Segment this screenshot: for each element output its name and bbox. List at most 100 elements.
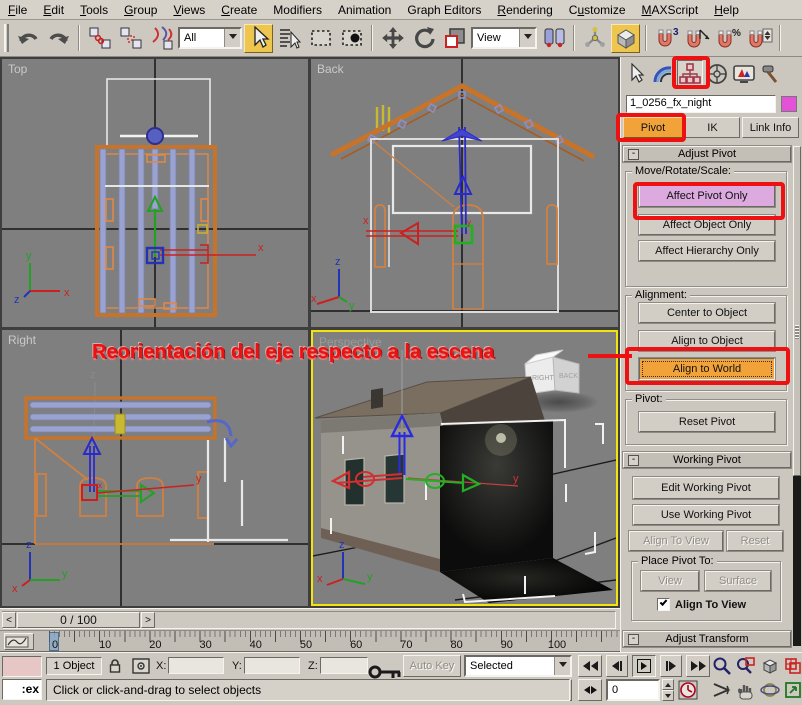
snap-toggle-3d-button[interactable]: 3	[652, 24, 681, 53]
pan-view-button[interactable]	[736, 679, 758, 701]
redo-button[interactable]	[44, 24, 73, 53]
absolute-offset-mode-toggle[interactable]	[132, 657, 154, 675]
clipped-edge-button[interactable]	[786, 24, 796, 53]
menu-create[interactable]: Create	[213, 1, 265, 19]
viewport-perspective[interactable]: Perspective	[311, 330, 618, 606]
edit-working-pivot-button[interactable]: Edit Working Pivot	[633, 477, 779, 499]
rollout-working-pivot[interactable]: - Working Pivot	[623, 452, 791, 468]
play-button[interactable]	[632, 655, 656, 677]
spinner-snap-toggle-button[interactable]	[745, 24, 774, 53]
align-to-view-checkbox[interactable]	[657, 598, 670, 611]
panel-scrollbar[interactable]	[793, 146, 801, 646]
time-slider-handle[interactable]: 0 / 100	[17, 612, 140, 628]
key-filter-dropdown[interactable]	[554, 657, 570, 675]
select-object-button[interactable]	[244, 24, 273, 53]
place-pivot-view-button[interactable]: View	[641, 571, 699, 591]
zoom-view-button[interactable]	[712, 655, 734, 677]
bind-to-spacewarp-button[interactable]	[147, 24, 176, 53]
time-slider-next-button[interactable]: >	[141, 612, 155, 628]
zoom-extents-button[interactable]	[760, 655, 782, 677]
menu-help[interactable]: Help	[706, 1, 747, 19]
time-configuration-button[interactable]	[678, 679, 702, 701]
maxscript-listener-input[interactable]: :ex	[2, 679, 42, 700]
previous-frame-button[interactable]	[606, 655, 628, 677]
tab-utilities[interactable]	[758, 60, 784, 88]
select-and-link-button[interactable]	[85, 24, 114, 53]
use-working-pivot-button[interactable]: Use Working Pivot	[633, 505, 779, 525]
rectangular-selection-region-button[interactable]	[306, 24, 335, 53]
go-to-start-button[interactable]	[578, 655, 602, 677]
toolbar-grip[interactable]	[4, 24, 9, 52]
menu-animation[interactable]: Animation	[330, 1, 399, 19]
center-to-object-button[interactable]: Center to Object	[639, 303, 775, 323]
menu-group[interactable]: Group	[116, 1, 165, 19]
select-and-rotate-button[interactable]	[409, 24, 438, 53]
tab-link-info[interactable]: Link Info	[742, 117, 799, 138]
track-bar[interactable]: 0102030405060708090100	[0, 630, 620, 652]
snaps-cube-toggle-button[interactable]	[611, 24, 640, 53]
viewport-right[interactable]: Right z	[2, 330, 308, 606]
select-and-move-button[interactable]	[378, 24, 407, 53]
next-frame-button[interactable]	[660, 655, 682, 677]
unlink-selection-button[interactable]	[116, 24, 145, 53]
tab-ik[interactable]: IK	[685, 117, 740, 138]
reset-pivot-button[interactable]: Reset Pivot	[639, 412, 775, 432]
menu-customize[interactable]: Customize	[561, 1, 634, 19]
time-slider-prev-button[interactable]: <	[2, 612, 16, 628]
menu-graph-editors[interactable]: Graph Editors	[399, 1, 489, 19]
maxscript-listener-pink[interactable]	[2, 656, 42, 677]
collapse-icon[interactable]: -	[628, 149, 639, 160]
align-to-view-button[interactable]: Align To View	[629, 531, 723, 551]
selection-filter-combo[interactable]: All	[178, 27, 242, 49]
zoom-extents-all-button[interactable]	[784, 655, 802, 677]
affect-hierarchy-only-button[interactable]: Affect Hierarchy Only	[639, 241, 775, 261]
select-and-scale-button[interactable]	[440, 24, 469, 53]
current-frame-field[interactable]: 0	[606, 679, 660, 701]
min-max-toggle-button[interactable]	[784, 679, 802, 701]
key-mode-toggle-button[interactable]	[578, 679, 602, 701]
object-name-field[interactable]: 1_0256_fx_night	[626, 95, 776, 113]
tab-display[interactable]	[731, 60, 757, 88]
angle-snap-toggle-button[interactable]	[683, 24, 712, 53]
arc-rotate-button[interactable]	[760, 679, 782, 701]
selection-lock-toggle[interactable]	[108, 657, 128, 675]
selection-filter-dropdown[interactable]	[224, 29, 240, 47]
collapse-icon[interactable]: -	[628, 634, 639, 645]
use-pivot-point-center-button[interactable]	[539, 24, 568, 53]
menu-maxscript[interactable]: MAXScript	[634, 1, 707, 19]
viewport-back[interactable]: Back	[311, 59, 618, 327]
menu-tools[interactable]: Tools	[72, 1, 116, 19]
menu-file[interactable]: File	[0, 1, 35, 19]
percent-snap-toggle-button[interactable]: %	[714, 24, 743, 53]
menu-modifiers[interactable]: Modifiers	[265, 1, 330, 19]
undo-button[interactable]	[13, 24, 42, 53]
menu-rendering[interactable]: Rendering	[489, 1, 560, 19]
menu-views[interactable]: Views	[165, 1, 213, 19]
reference-coordinate-combo[interactable]: View	[471, 27, 537, 49]
tab-create[interactable]	[623, 60, 649, 88]
frame-spinner[interactable]	[662, 679, 674, 701]
reset-working-pivot-button[interactable]: Reset	[727, 531, 783, 551]
select-and-manipulate-button[interactable]	[580, 24, 609, 53]
window-crossing-toggle-button[interactable]	[337, 24, 366, 53]
panel-scrollbar-thumb[interactable]	[793, 146, 801, 476]
rollout-adjust-pivot[interactable]: - Adjust Pivot	[623, 146, 791, 162]
key-filter-set-combo[interactable]: Selected	[464, 655, 572, 677]
reference-coordinate-dropdown[interactable]	[519, 29, 535, 47]
place-pivot-surface-button[interactable]: Surface	[705, 571, 771, 591]
zoom-all-button[interactable]	[736, 655, 758, 677]
auto-key-button[interactable]: Auto Key	[403, 655, 461, 677]
select-by-name-button[interactable]	[275, 24, 304, 53]
viewport-top[interactable]: Top	[2, 59, 308, 327]
x-coord-field[interactable]	[168, 657, 224, 674]
go-to-end-button[interactable]	[686, 655, 710, 677]
track-bar-ruler[interactable]	[40, 631, 618, 653]
mini-curve-editor-button[interactable]	[4, 633, 34, 650]
menu-edit[interactable]: Edit	[35, 1, 72, 19]
rollout-adjust-transform[interactable]: - Adjust Transform	[623, 631, 791, 647]
object-color-swatch[interactable]	[781, 96, 797, 112]
collapse-icon[interactable]: -	[628, 455, 639, 466]
field-of-view-button[interactable]	[712, 679, 734, 701]
z-coord-field[interactable]	[320, 657, 368, 674]
y-coord-field[interactable]	[244, 657, 300, 674]
